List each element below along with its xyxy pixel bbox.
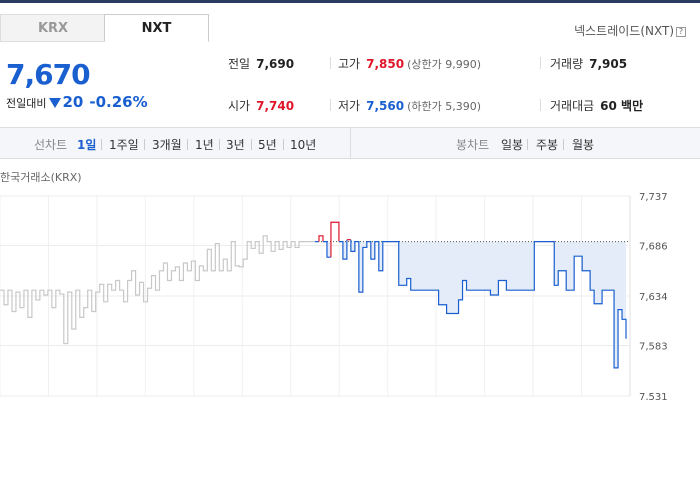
change-value: 20 bbox=[62, 93, 84, 111]
candle-monthly-button[interactable]: 월봉 bbox=[572, 136, 594, 153]
toolbar-divider bbox=[187, 139, 188, 150]
toolbar-divider bbox=[283, 139, 284, 150]
line-chart-label: 선차트 bbox=[34, 138, 68, 152]
candle-chart-label: 봉차트 bbox=[456, 138, 490, 152]
stat-divider bbox=[330, 99, 331, 111]
stat-open: 시가 7,740 bbox=[228, 97, 294, 114]
stat-label: 저가 bbox=[338, 99, 361, 113]
chart-grid bbox=[0, 195, 631, 397]
stat-value: 7,740 bbox=[256, 99, 295, 113]
stat-label: 거래대금 bbox=[550, 99, 595, 113]
price-summary: 7,670 전일대비 20 -0.26% 전일 7,690 고가 7,850 (상한가 9… bbox=[0, 42, 700, 126]
stat-label: 시가 bbox=[228, 99, 251, 113]
change-percent: -0.26% bbox=[89, 93, 148, 111]
stat-sub: (하한가 5,390) bbox=[407, 100, 481, 113]
candle-daily-button[interactable]: 일봉 bbox=[501, 136, 523, 153]
chart-caption: 한국거래소(KRX) bbox=[0, 171, 82, 184]
stat-value: 7,690 bbox=[256, 57, 295, 71]
y-tick-label: 7,737 bbox=[639, 192, 668, 203]
chart-toolbar: 선차트 1일 1주일 3개월 1년 3년 5년 10년 봉차트 일봉 주봉 월봉 bbox=[0, 127, 700, 159]
candle-weekly-button[interactable]: 주봉 bbox=[536, 136, 558, 153]
help-icon[interactable]: ? bbox=[676, 27, 686, 37]
stat-trade-value: 거래대금 60 백만 bbox=[550, 97, 643, 114]
y-tick-label: 7,634 bbox=[639, 292, 668, 303]
stat-value: 60 백만 bbox=[600, 99, 644, 113]
down-arrow-icon bbox=[49, 98, 62, 108]
tab-krx[interactable]: KRX bbox=[0, 14, 105, 42]
krx-series-line bbox=[0, 235, 315, 345]
period-3y-button[interactable]: 3년 bbox=[226, 136, 245, 153]
stat-label: 거래량 bbox=[550, 57, 584, 71]
toolbar-divider bbox=[144, 139, 145, 150]
stat-volume: 거래량 7,905 bbox=[550, 55, 627, 72]
period-3m-button[interactable]: 3개월 bbox=[152, 136, 182, 153]
stat-value: 7,905 bbox=[589, 57, 628, 71]
nxt-series-line-up bbox=[318, 235, 324, 242]
period-1w-button[interactable]: 1주일 bbox=[109, 136, 139, 153]
stat-label: 전일 bbox=[228, 57, 251, 71]
nxt-series-line-up bbox=[330, 221, 340, 258]
y-axis-ticks: 7,737 7,686 7,634 7,583 7,531 bbox=[639, 192, 668, 400]
stat-value: 7,850 bbox=[366, 57, 405, 71]
exchange-label: 넥스트레이드(NXT)? bbox=[574, 22, 686, 39]
period-10y-button[interactable]: 10년 bbox=[290, 136, 316, 153]
stat-divider bbox=[540, 57, 541, 69]
change-label: 전일대비 bbox=[6, 97, 47, 110]
exchange-name: 넥스트레이드(NXT) bbox=[574, 24, 674, 38]
stat-sub: (상한가 9,990) bbox=[407, 58, 481, 71]
toolbar-divider bbox=[527, 139, 528, 150]
y-tick-label: 7,686 bbox=[639, 242, 668, 253]
y-tick-label: 7,583 bbox=[639, 342, 668, 353]
toolbar-divider bbox=[251, 139, 252, 150]
stat-high: 고가 7,850 (상한가 9,990) bbox=[338, 55, 481, 72]
toolbar-divider bbox=[563, 139, 564, 150]
below-reference-fill bbox=[315, 241, 627, 368]
stat-value: 7,560 bbox=[366, 99, 405, 113]
period-5y-button[interactable]: 5년 bbox=[258, 136, 277, 153]
stat-label: 고가 bbox=[338, 57, 361, 71]
period-1y-button[interactable]: 1년 bbox=[195, 136, 214, 153]
current-price: 7,670 bbox=[6, 58, 91, 91]
stat-divider bbox=[540, 99, 541, 111]
price-line-chart: 7,737 7,686 7,634 7,583 7,531 bbox=[0, 192, 668, 400]
stat-prev-close: 전일 7,690 bbox=[228, 55, 294, 72]
toolbar-divider bbox=[101, 139, 102, 150]
price-change: 전일대비 20 -0.26% bbox=[6, 93, 148, 111]
period-1d-button[interactable]: 1일 bbox=[77, 136, 96, 153]
toolbar-divider bbox=[219, 139, 220, 150]
stat-divider bbox=[330, 57, 331, 69]
top-accent-line bbox=[0, 0, 700, 3]
y-tick-label: 7,531 bbox=[639, 392, 668, 400]
toolbar-section-divider bbox=[350, 128, 351, 158]
tab-nxt[interactable]: NXT bbox=[104, 14, 209, 42]
stat-low: 저가 7,560 (하한가 5,390) bbox=[338, 97, 481, 114]
